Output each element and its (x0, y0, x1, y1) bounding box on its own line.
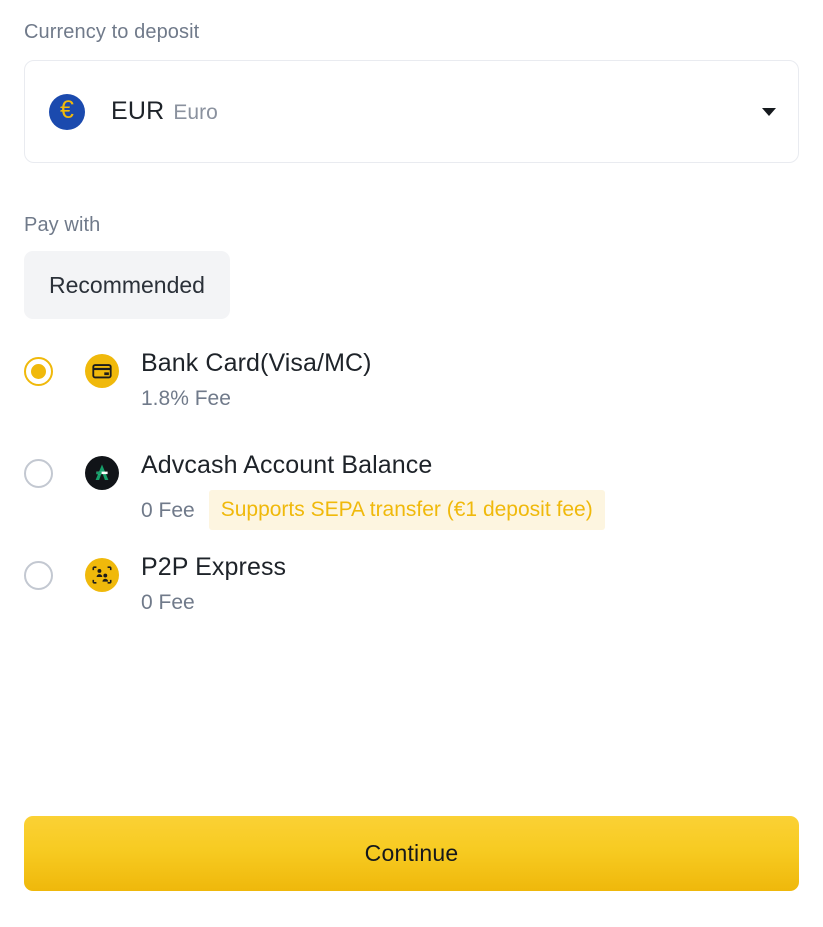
payment-method-advcash[interactable]: Advcash Account Balance 0 Fee Supports S… (24, 446, 799, 542)
continue-button[interactable]: Continue (24, 816, 799, 891)
payment-method-subrow: 1.8% Fee (141, 388, 799, 409)
payment-method-title: Advcash Account Balance (141, 451, 433, 479)
payment-method-bank-card[interactable]: Bank Card(Visa/MC) 1.8% Fee (24, 344, 799, 440)
euro-symbol: € (60, 96, 74, 124)
chevron-down-icon[interactable] (762, 107, 776, 116)
sepa-support-badge: Supports SEPA transfer (€1 deposit fee) (208, 490, 605, 531)
radio-dot (31, 364, 46, 379)
advcash-logo-icon (85, 456, 119, 490)
p2p-people-icon (85, 558, 119, 592)
pay-with-label: Pay with (24, 214, 101, 236)
currency-select[interactable]: € EUR Euro (24, 60, 799, 163)
payment-method-subrow: 0 Fee (141, 592, 799, 613)
payment-method-body: P2P Express 0 Fee (141, 548, 799, 613)
payment-method-body: Bank Card(Visa/MC) 1.8% Fee (141, 344, 799, 409)
pay-with-tabs: Recommended (24, 251, 799, 319)
payment-method-fee: 0 Fee (141, 591, 195, 615)
currency-code: EUR (111, 97, 165, 125)
radio-advcash[interactable] (24, 459, 53, 488)
deposit-page: Currency to deposit € EUR Euro Pay with … (0, 0, 823, 927)
payment-method-title: Bank Card(Visa/MC) (141, 349, 372, 377)
euro-coin-icon: € (49, 93, 85, 130)
payment-method-body: Advcash Account Balance 0 Fee Supports S… (141, 446, 799, 531)
payment-method-fee: 1.8% Fee (141, 387, 231, 411)
radio-bank-card[interactable] (24, 357, 53, 386)
currency-field-label: Currency to deposit (24, 21, 200, 43)
payment-method-p2p-express[interactable]: P2P Express 0 Fee (24, 548, 799, 644)
credit-card-icon (85, 354, 119, 388)
currency-name: Euro (173, 101, 218, 124)
currency-selected-value: EUR Euro (111, 97, 218, 126)
payment-method-subrow: 0 Fee Supports SEPA transfer (€1 deposit… (141, 490, 799, 531)
payment-method-list: Bank Card(Visa/MC) 1.8% Fee Advcash Acco… (24, 344, 799, 644)
radio-p2p-express[interactable] (24, 561, 53, 590)
payment-method-fee: 0 Fee (141, 498, 195, 522)
tab-recommended[interactable]: Recommended (24, 251, 230, 319)
payment-method-title: P2P Express (141, 553, 287, 581)
footer-actions: Continue (24, 816, 799, 891)
